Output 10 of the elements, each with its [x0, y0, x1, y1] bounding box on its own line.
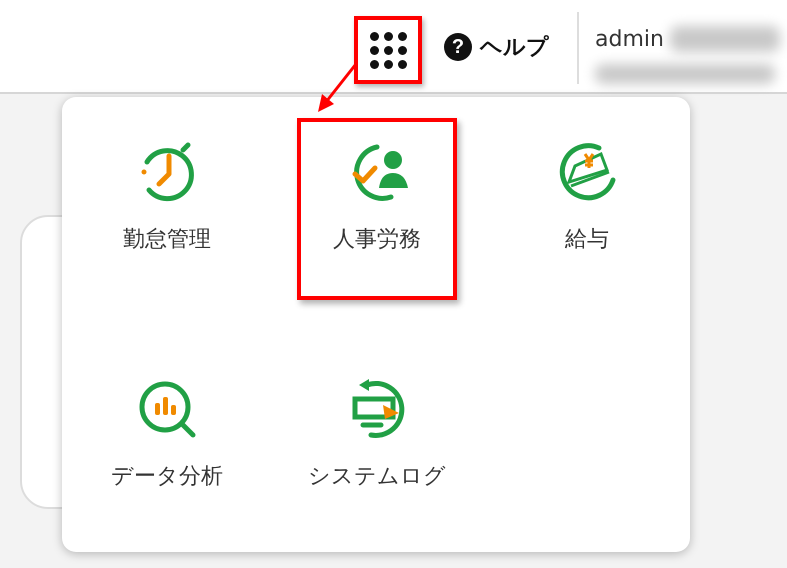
grid-icon: [370, 32, 406, 68]
user-name: admin: [595, 26, 664, 52]
app-menu-item[interactable]: 勤怠管理: [87, 118, 247, 300]
app-grid-button[interactable]: [354, 16, 422, 84]
app-menu-item[interactable]: 給与: [507, 118, 667, 300]
app-menu-item[interactable]: データ分析: [87, 355, 247, 537]
help-icon: ?: [444, 33, 472, 61]
app-menu-item[interactable]: 人事労務: [297, 118, 457, 300]
help-button[interactable]: ? ヘルプ: [444, 32, 549, 62]
app-menu-item[interactable]: システムログ: [297, 355, 457, 537]
